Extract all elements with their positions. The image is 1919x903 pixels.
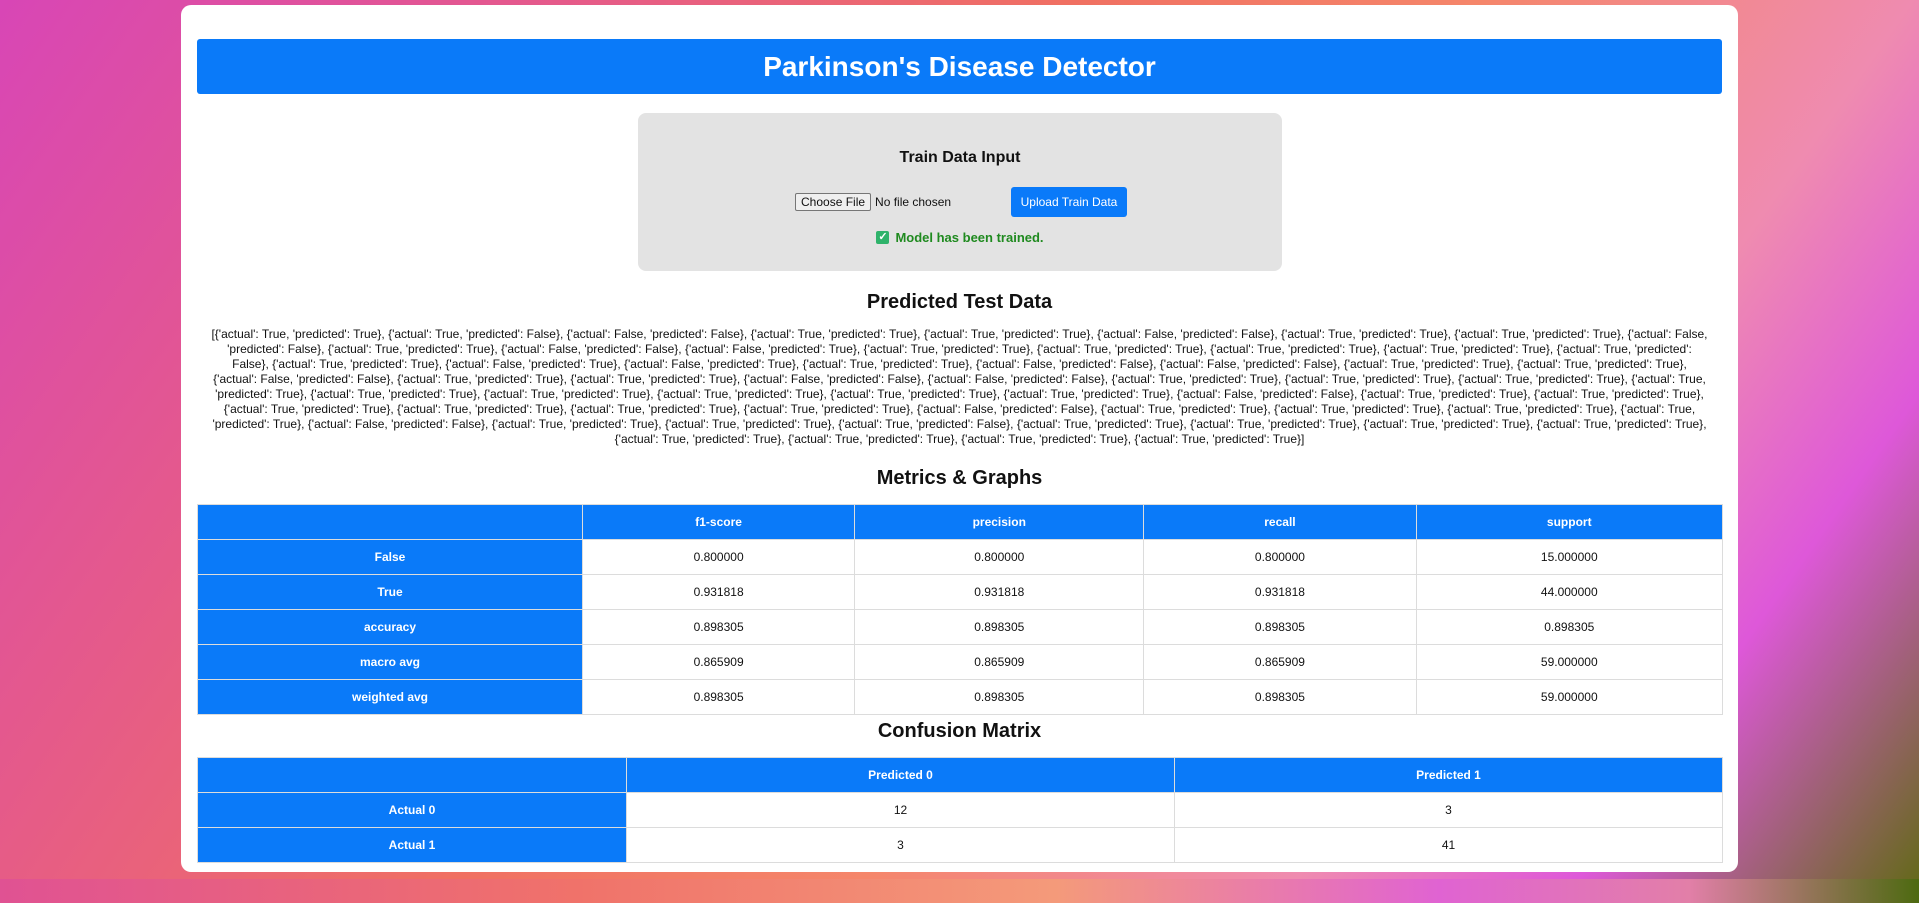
train-panel-title: Train Data Input xyxy=(899,149,1021,166)
table-cell: 3 xyxy=(626,827,1175,863)
table-row: Actual 1 3 41 xyxy=(197,827,1723,863)
predicted-test-data: [{'actual': True, 'predicted': True}, {'… xyxy=(211,327,1708,446)
table-cell: 0.898305 xyxy=(1143,609,1417,645)
table-cell: 0.800000 xyxy=(581,539,856,575)
confusion-matrix-table: Predicted 0 Predicted 1 Actual 0 12 3 Ac… xyxy=(197,757,1723,863)
table-cell: 15.000000 xyxy=(1415,539,1724,575)
table-header-row: Predicted 0 Predicted 1 xyxy=(197,757,1723,793)
check-icon: ✓ xyxy=(876,231,890,244)
column-header: recall xyxy=(1143,504,1417,540)
table-cell: 59.000000 xyxy=(1415,644,1724,680)
table-cell: 0.931818 xyxy=(581,574,856,610)
table-row: macro avg 0.865909 0.865909 0.865909 59.… xyxy=(197,644,1724,680)
table-cell: 12 xyxy=(626,792,1175,828)
table-cell: 3 xyxy=(1174,792,1723,828)
table-cell: 0.898305 xyxy=(854,679,1145,715)
column-header: support xyxy=(1415,504,1724,540)
row-header: Actual 0 xyxy=(197,792,627,828)
table-row: accuracy 0.898305 0.898305 0.898305 0.89… xyxy=(197,609,1724,645)
table-row: True 0.931818 0.931818 0.931818 44.00000… xyxy=(197,574,1724,610)
table-cell: 0.865909 xyxy=(581,644,856,680)
table-row: False 0.800000 0.800000 0.800000 15.0000… xyxy=(197,539,1724,575)
choose-file-button[interactable]: Choose File xyxy=(795,193,872,211)
background-strip xyxy=(0,879,1919,903)
table-cell: 0.865909 xyxy=(854,644,1145,680)
train-data-panel: Train Data Input Choose File No file cho… xyxy=(638,113,1282,271)
table-cell: 0.931818 xyxy=(854,574,1145,610)
table-cell: 0.898305 xyxy=(1415,609,1724,645)
row-header: weighted avg xyxy=(197,679,583,715)
predicted-title: Predicted Test Data xyxy=(866,291,1053,313)
table-cell: 0.898305 xyxy=(581,679,856,715)
table-cell: 0.800000 xyxy=(854,539,1145,575)
upload-train-data-button[interactable]: Upload Train Data xyxy=(1011,187,1127,217)
metrics-title: Metrics & Graphs xyxy=(876,467,1043,489)
row-header: False xyxy=(197,539,583,575)
training-status-text: Model has been trained. xyxy=(895,230,1044,245)
table-cell: 0.898305 xyxy=(1143,679,1417,715)
file-input[interactable]: Choose File No file chosen xyxy=(795,193,951,211)
table-row: weighted avg 0.898305 0.898305 0.898305 … xyxy=(197,679,1724,715)
page-header: Parkinson's Disease Detector xyxy=(197,39,1722,94)
metrics-table: f1-score precision recall support False … xyxy=(197,504,1724,715)
table-cell: 0.898305 xyxy=(854,609,1145,645)
confusion-title: Confusion Matrix xyxy=(877,720,1042,742)
training-status: ✓ Model has been trained. xyxy=(638,230,1282,245)
column-header xyxy=(197,504,583,540)
table-header-row: f1-score precision recall support xyxy=(197,504,1724,540)
row-header: True xyxy=(197,574,583,610)
file-status: No file chosen xyxy=(875,195,952,209)
row-header: accuracy xyxy=(197,609,583,645)
column-header: Predicted 0 xyxy=(626,757,1175,793)
page-title: Parkinson's Disease Detector xyxy=(763,50,1156,82)
column-header: precision xyxy=(854,504,1145,540)
column-header: Predicted 1 xyxy=(1174,757,1723,793)
main-card: Parkinson's Disease Detector Train Data … xyxy=(181,5,1738,872)
table-cell: 44.000000 xyxy=(1415,574,1724,610)
column-header xyxy=(197,757,627,793)
table-cell: 0.931818 xyxy=(1143,574,1417,610)
table-cell: 59.000000 xyxy=(1415,679,1724,715)
table-cell: 0.800000 xyxy=(1143,539,1417,575)
table-cell: 41 xyxy=(1174,827,1723,863)
table-cell: 0.898305 xyxy=(581,609,856,645)
row-header: macro avg xyxy=(197,644,583,680)
table-cell: 0.865909 xyxy=(1143,644,1417,680)
column-header: f1-score xyxy=(581,504,856,540)
row-header: Actual 1 xyxy=(197,827,627,863)
table-row: Actual 0 12 3 xyxy=(197,792,1723,828)
